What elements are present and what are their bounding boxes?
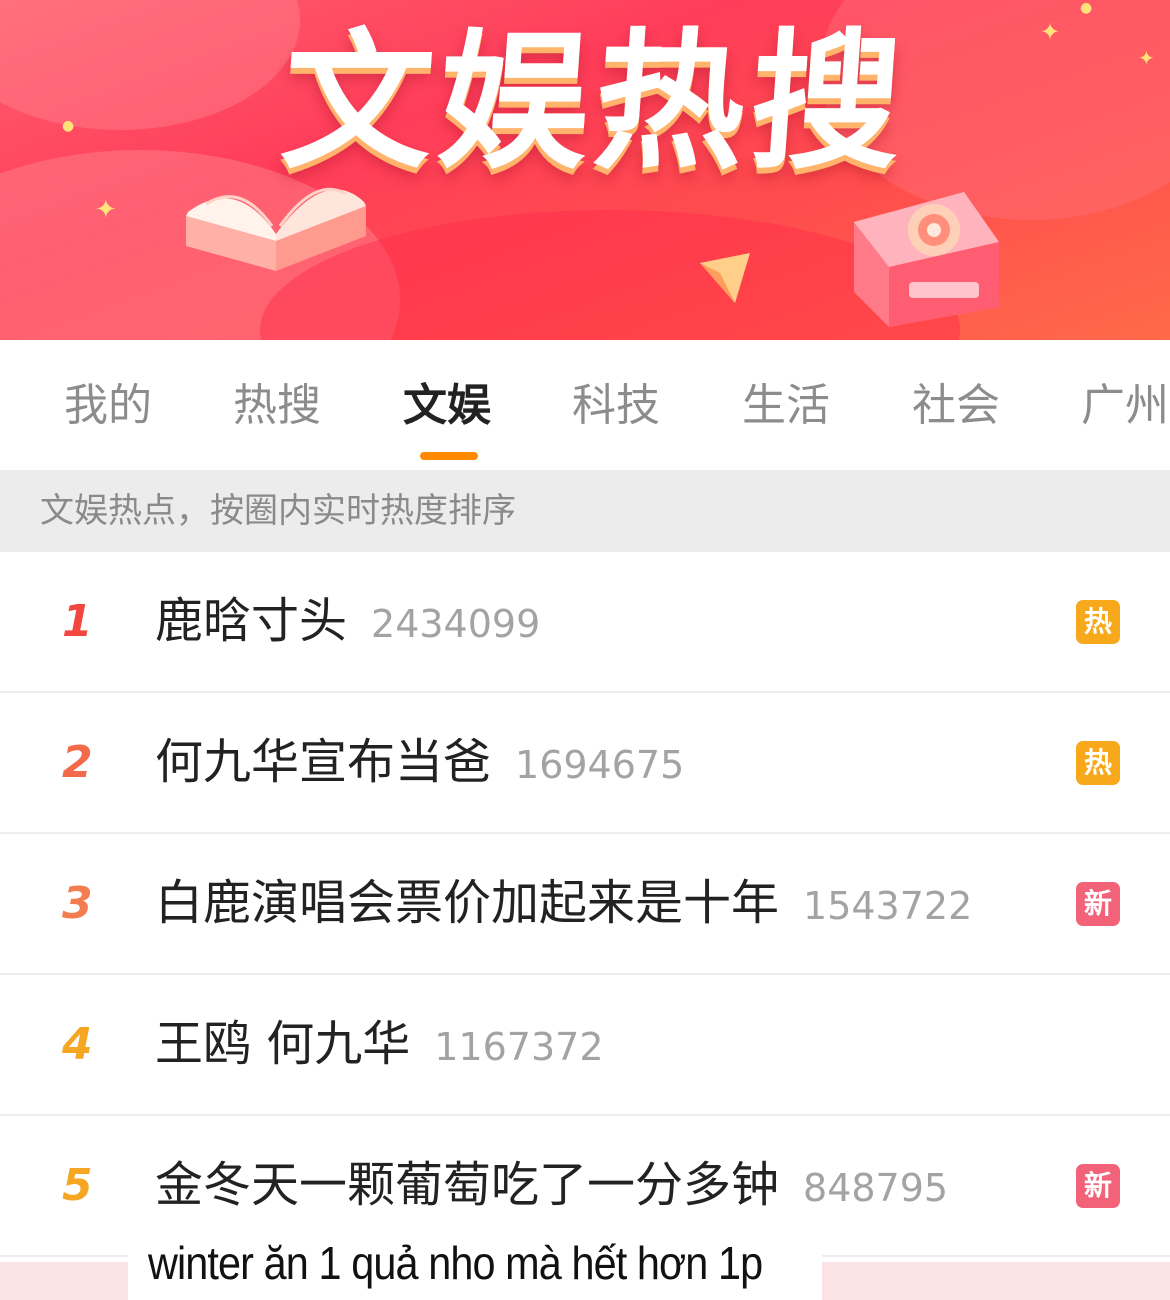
tab-bar: 我的 热搜 文娱 科技 生活 社会 广州: [0, 340, 1170, 470]
heat-count: 1167372: [434, 1025, 604, 1069]
heat-count: 848795: [803, 1166, 949, 1210]
list-item-title: 鹿晗寸头 2434099: [155, 590, 540, 655]
list-item[interactable]: 1 鹿晗寸头 2434099 热: [0, 552, 1170, 693]
tab-guangzhou[interactable]: 广州: [1081, 378, 1169, 434]
rank-number: 3: [62, 878, 93, 929]
new-badge: 新: [1076, 882, 1120, 926]
sparkle-icon: ✦: [1040, 18, 1061, 46]
heat-count: 1694675: [515, 743, 685, 787]
caption-side-bar: [822, 1262, 1170, 1300]
list-item[interactable]: 4 王鸥 何九华 1167372: [0, 975, 1170, 1116]
sparkle-icon: ✦: [1138, 46, 1155, 70]
sparkle-icon: ●: [1080, 0, 1093, 16]
list-item-title: 王鸥 何九华 1167372: [155, 1013, 604, 1078]
caption-side-bar: [0, 1262, 128, 1300]
tab-hot[interactable]: 热搜: [233, 378, 321, 434]
list-item-title: 白鹿演唱会票价加起来是十年 1543722: [155, 872, 972, 937]
topic-text: 何九华宣布当爸: [155, 734, 492, 790]
topic-text: 金冬天一颗葡萄吃了一分多钟: [155, 1157, 780, 1213]
new-badge: 新: [1076, 1164, 1120, 1208]
prism-icon: [700, 253, 750, 303]
tab-mine[interactable]: 我的: [64, 378, 152, 434]
rank-number: 5: [62, 1160, 93, 1211]
rank-number: 2: [62, 737, 93, 788]
topic-text: 王鸥 何九华: [155, 1016, 411, 1072]
rank-number: 4: [62, 1019, 93, 1070]
caption-box: winter ăn 1 quả nho mà hết hơn 1p: [128, 1226, 822, 1300]
tab-entertainment[interactable]: 文娱: [403, 378, 491, 434]
subtitle-strip: 文娱热点，按圈内实时热度排序: [0, 470, 1170, 552]
banner: ✦ ✦ ● ● ✦ 文娱热搜: [0, 0, 1170, 340]
tab-life[interactable]: 生活: [742, 378, 830, 434]
hot-badge: 热: [1076, 741, 1120, 785]
list-item-title: 何九华宣布当爸 1694675: [155, 731, 684, 796]
tab-society[interactable]: 社会: [912, 378, 1000, 434]
topic-text: 鹿晗寸头: [155, 593, 348, 649]
tab-tech[interactable]: 科技: [572, 378, 660, 434]
active-tab-indicator: [420, 452, 478, 460]
heat-count: 2434099: [371, 602, 541, 646]
topic-text: 白鹿演唱会票价加起来是十年: [155, 875, 780, 931]
sparkle-icon: ●: [62, 118, 75, 134]
caption-text: winter ăn 1 quả nho mà hết hơn 1p: [148, 1237, 763, 1289]
hot-badge: 热: [1076, 600, 1120, 644]
list-item[interactable]: 3 白鹿演唱会票价加起来是十年 1543722 新: [0, 834, 1170, 975]
heat-count: 1543722: [803, 884, 973, 928]
rank-number: 1: [62, 596, 93, 647]
list-item-title: 金冬天一颗葡萄吃了一分多钟 848795: [155, 1154, 948, 1219]
hot-search-list: 1 鹿晗寸头 2434099 热 2 何九华宣布当爸 1694675 热 3 白鹿演…: [0, 552, 1170, 1257]
banner-title: 文娱热搜: [276, 16, 914, 190]
subtitle-text: 文娱热点，按圈内实时热度排序: [40, 491, 516, 531]
list-item[interactable]: 2 何九华宣布当爸 1694675 热: [0, 693, 1170, 834]
camera-icon: [854, 192, 999, 327]
sparkle-icon: ✦: [95, 195, 117, 225]
